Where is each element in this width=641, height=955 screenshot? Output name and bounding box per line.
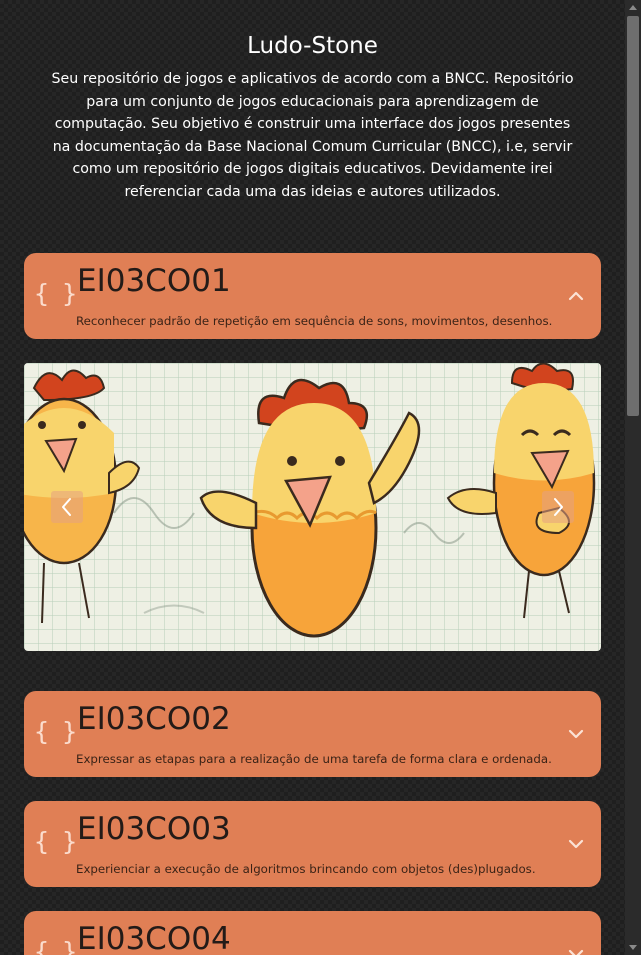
site-description: Seu repositório de jogos e aplicativos d… xyxy=(51,71,574,200)
page: Ludo-Stone Seu repositório de jogos e ap… xyxy=(0,0,625,955)
carousel-prev-button[interactable] xyxy=(51,491,83,523)
scroll-down-icon[interactable] xyxy=(629,945,637,950)
chevron-left-icon xyxy=(62,498,71,516)
card-code: EI03CO03 xyxy=(77,811,231,847)
chevron-down-icon[interactable] xyxy=(567,835,585,853)
carousel-next-button[interactable] xyxy=(542,491,574,523)
chevron-up-icon[interactable] xyxy=(567,287,585,305)
scroll-up-icon[interactable] xyxy=(629,5,637,10)
card-description: Reconhecer padrão de repetição em sequên… xyxy=(76,314,553,328)
code-braces-icon: { } xyxy=(34,717,77,746)
scrollbar-thumb[interactable] xyxy=(627,16,639,416)
image-carousel[interactable] xyxy=(24,363,601,651)
code-braces-icon: { } xyxy=(34,279,77,308)
code-braces-icon: { } xyxy=(34,937,77,955)
dancing-chickens-illustration xyxy=(24,363,601,651)
code-braces-icon: { } xyxy=(34,827,77,856)
accordion-card-ei03co01[interactable]: { } EI03CO01 Reconhecer padrão de repeti… xyxy=(24,253,601,339)
chevron-down-icon[interactable] xyxy=(567,725,585,743)
accordion-card-ei03co02[interactable]: { } EI03CO02 Expressar as etapas para a … xyxy=(24,691,601,777)
chevron-right-icon xyxy=(554,498,563,516)
card-description: Experienciar a execução de algoritmos br… xyxy=(76,862,536,876)
site-title: Ludo-Stone xyxy=(247,33,378,59)
card-code: EI03CO04 xyxy=(77,921,231,955)
card-description: Expressar as etapas para a realização de… xyxy=(76,752,552,766)
card-code: EI03CO01 xyxy=(77,263,231,299)
accordion-card-ei03co03[interactable]: { } EI03CO03 Experienciar a execução de … xyxy=(24,801,601,887)
chevron-down-icon[interactable] xyxy=(567,945,585,955)
card-code: EI03CO02 xyxy=(77,701,231,737)
vertical-scrollbar[interactable] xyxy=(625,0,641,955)
accordion-card-ei03co04[interactable]: { } EI03CO04 xyxy=(24,911,601,955)
